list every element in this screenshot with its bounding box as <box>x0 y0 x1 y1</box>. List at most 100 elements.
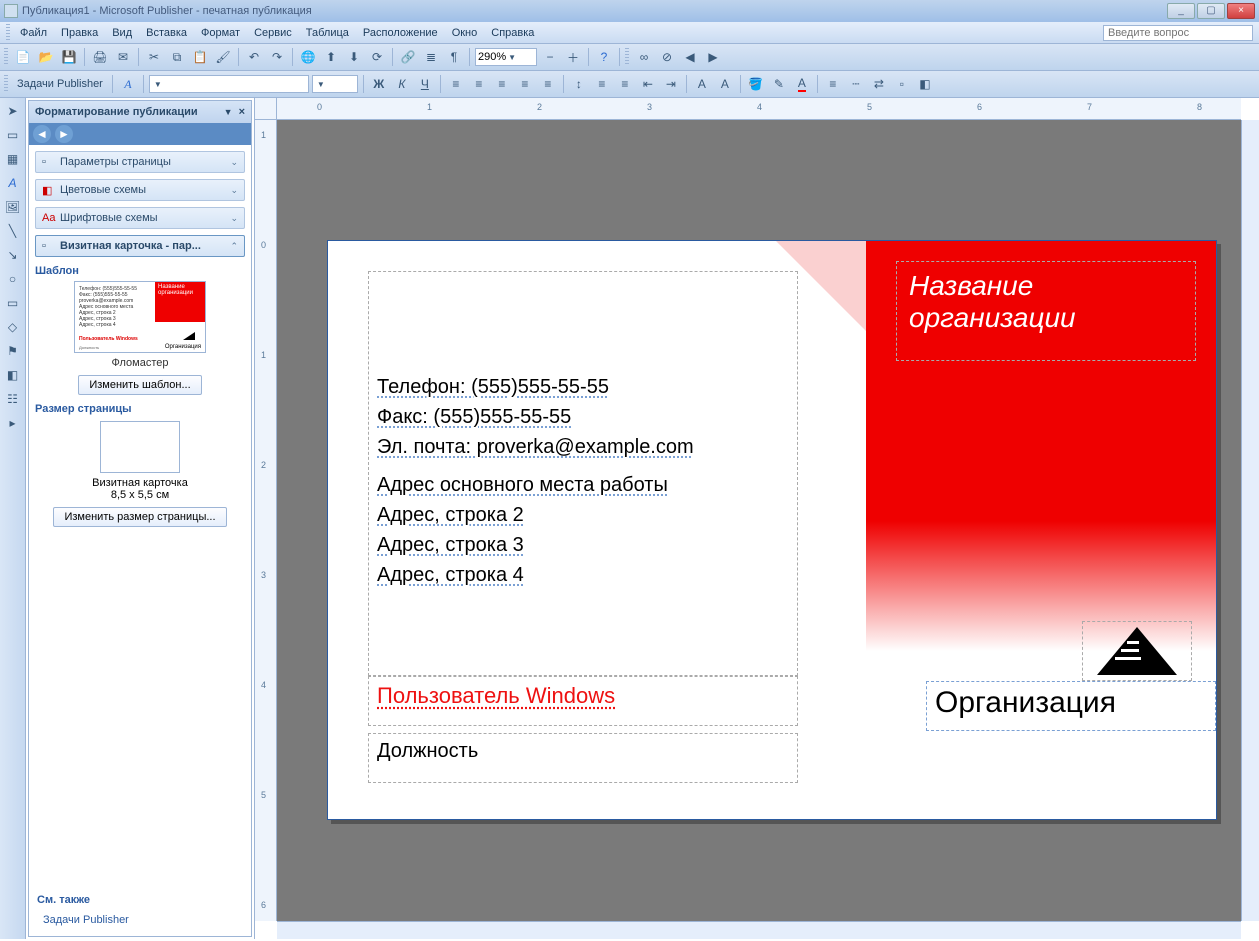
menu-file[interactable]: Файл <box>14 25 53 41</box>
change-template-button[interactable]: Изменить шаблон... <box>78 375 201 395</box>
publisher-tasks-button[interactable]: Задачи Publisher <box>13 76 107 92</box>
redo-button[interactable]: ↷ <box>267 47 287 67</box>
more-tools[interactable]: ▸ <box>4 414 22 432</box>
zoom-out-button[interactable]: − <box>540 47 560 67</box>
prev-frame-button[interactable]: ◀ <box>680 47 700 67</box>
paste-button[interactable]: 📋 <box>190 47 210 67</box>
bookmark-tool[interactable]: ⚑ <box>4 342 22 360</box>
grip-handle[interactable] <box>6 24 10 42</box>
bullets-button[interactable]: ≡ <box>615 74 635 94</box>
font-color-button[interactable]: A <box>792 74 812 94</box>
picture-tool[interactable]: 🖼 <box>4 198 22 216</box>
zoom-combo[interactable]: 290%▼ <box>475 48 537 66</box>
menu-insert[interactable]: Вставка <box>140 25 193 41</box>
insert-hyperlink-button[interactable]: 🔗 <box>398 47 418 67</box>
taskpane-close[interactable]: × <box>239 106 245 118</box>
grip-handle[interactable] <box>4 75 8 93</box>
section-business-card[interactable]: ▫Визитная карточка - пар...⌃ <box>35 235 245 257</box>
menu-help[interactable]: Справка <box>485 25 540 41</box>
bring-front-button[interactable]: ⬆ <box>321 47 341 67</box>
mail-button[interactable]: ✉ <box>113 47 133 67</box>
textbox-tool[interactable]: ▭ <box>4 126 22 144</box>
ask-question-input[interactable] <box>1103 25 1253 41</box>
special-chars-button[interactable]: ¶ <box>444 47 464 67</box>
arrow-style-button[interactable]: ⇄ <box>869 74 889 94</box>
shadow-button[interactable]: ▫ <box>892 74 912 94</box>
section-page-options[interactable]: ▫Параметры страницы⌄ <box>35 151 245 173</box>
org-caption-frame[interactable]: Организация <box>926 681 1216 731</box>
vertical-scrollbar[interactable] <box>1241 120 1259 921</box>
menu-view[interactable]: Вид <box>106 25 138 41</box>
help-button[interactable]: ? <box>594 47 614 67</box>
menu-arrange[interactable]: Расположение <box>357 25 444 41</box>
fill-color-button[interactable]: 🪣 <box>746 74 766 94</box>
table-tool[interactable]: ▦ <box>4 150 22 168</box>
align-center-button[interactable]: ≡ <box>469 74 489 94</box>
menu-table[interactable]: Таблица <box>300 25 355 41</box>
document-viewport[interactable]: Название организации Телефон: (555)555-5… <box>277 120 1241 921</box>
vertical-ruler[interactable]: 1 0 1 2 3 4 5 6 <box>255 120 277 921</box>
copy-button[interactable]: ⧉ <box>167 47 187 67</box>
link-button[interactable]: ∞ <box>634 47 654 67</box>
align-right-button[interactable]: ≡ <box>492 74 512 94</box>
font-combo[interactable]: ▼ <box>149 75 309 93</box>
cut-button[interactable]: ✂ <box>144 47 164 67</box>
close-button[interactable]: × <box>1227 3 1255 19</box>
item-tool[interactable]: ☷ <box>4 390 22 408</box>
nav-fwd-button[interactable]: ► <box>55 125 73 143</box>
contact-info-frame[interactable]: Телефон: (555)555-55-55 Факс: (555)555-5… <box>368 271 798 676</box>
taskpane-dropdown[interactable]: ▼ <box>224 107 233 117</box>
zoom-in-button[interactable]: ＋ <box>563 47 583 67</box>
username-frame[interactable]: Пользователь Windows <box>368 676 798 726</box>
page-size-preview[interactable] <box>100 421 180 473</box>
section-font-schemes[interactable]: AaШрифтовые схемы⌄ <box>35 207 245 229</box>
rotate-button[interactable]: ⟳ <box>367 47 387 67</box>
org-name-frame[interactable]: Название организации <box>896 261 1196 361</box>
maximize-button[interactable]: ▢ <box>1197 3 1225 19</box>
rectangle-tool[interactable]: ▭ <box>4 294 22 312</box>
template-thumbnail[interactable]: Телефон: (555)555-55-55Факс: (555)555-55… <box>68 281 212 369</box>
bold-button[interactable]: Ж <box>369 74 389 94</box>
pointer-tool[interactable]: ➤ <box>4 102 22 120</box>
justify-button[interactable]: ≡ <box>515 74 535 94</box>
print-button[interactable]: 🖨 <box>90 47 110 67</box>
distribute-button[interactable]: ≡ <box>538 74 558 94</box>
open-button[interactable]: 📂 <box>36 47 56 67</box>
undo-button[interactable]: ↶ <box>244 47 264 67</box>
role-frame[interactable]: Должность <box>368 733 798 783</box>
underline-button[interactable]: Ч <box>415 74 435 94</box>
send-back-button[interactable]: ⬇ <box>344 47 364 67</box>
line-spacing-button[interactable]: ↕ <box>569 74 589 94</box>
arrow-tool[interactable]: ↘ <box>4 246 22 264</box>
columns-button[interactable]: ≣ <box>421 47 441 67</box>
horizontal-ruler[interactable]: 0 1 2 3 4 5 6 7 8 <box>277 98 1241 120</box>
align-left-button[interactable]: ≡ <box>446 74 466 94</box>
publication-page[interactable]: Название организации Телефон: (555)555-5… <box>327 240 1217 820</box>
save-button[interactable]: 💾 <box>59 47 79 67</box>
design-gallery-tool[interactable]: ◧ <box>4 366 22 384</box>
line-tool[interactable]: ╲ <box>4 222 22 240</box>
publisher-tasks-link[interactable]: Задачи Publisher <box>37 912 243 928</box>
unlink-button[interactable]: ⊘ <box>657 47 677 67</box>
horizontal-scrollbar[interactable] <box>277 921 1241 939</box>
minimize-button[interactable]: _ <box>1167 3 1195 19</box>
menu-format[interactable]: Формат <box>195 25 246 41</box>
wordart-tool[interactable]: A <box>4 174 22 192</box>
nav-back-button[interactable]: ◄ <box>33 125 51 143</box>
menu-tools[interactable]: Сервис <box>248 25 298 41</box>
next-frame-button[interactable]: ▶ <box>703 47 723 67</box>
line-color-button[interactable]: ✎ <box>769 74 789 94</box>
menu-edit[interactable]: Правка <box>55 25 104 41</box>
styles-button[interactable]: A <box>118 74 138 94</box>
new-button[interactable]: 📄 <box>13 47 33 67</box>
change-page-size-button[interactable]: Изменить размер страницы... <box>53 507 226 527</box>
section-color-schemes[interactable]: ◧Цветовые схемы⌄ <box>35 179 245 201</box>
web-preview-button[interactable]: 🌐 <box>298 47 318 67</box>
decrease-font-button[interactable]: A <box>692 74 712 94</box>
grip-handle[interactable] <box>625 48 629 66</box>
menu-window[interactable]: Окно <box>446 25 484 41</box>
increase-indent-button[interactable]: ⇥ <box>661 74 681 94</box>
autoshapes-tool[interactable]: ◇ <box>4 318 22 336</box>
increase-font-button[interactable]: A <box>715 74 735 94</box>
numbering-button[interactable]: ≡ <box>592 74 612 94</box>
